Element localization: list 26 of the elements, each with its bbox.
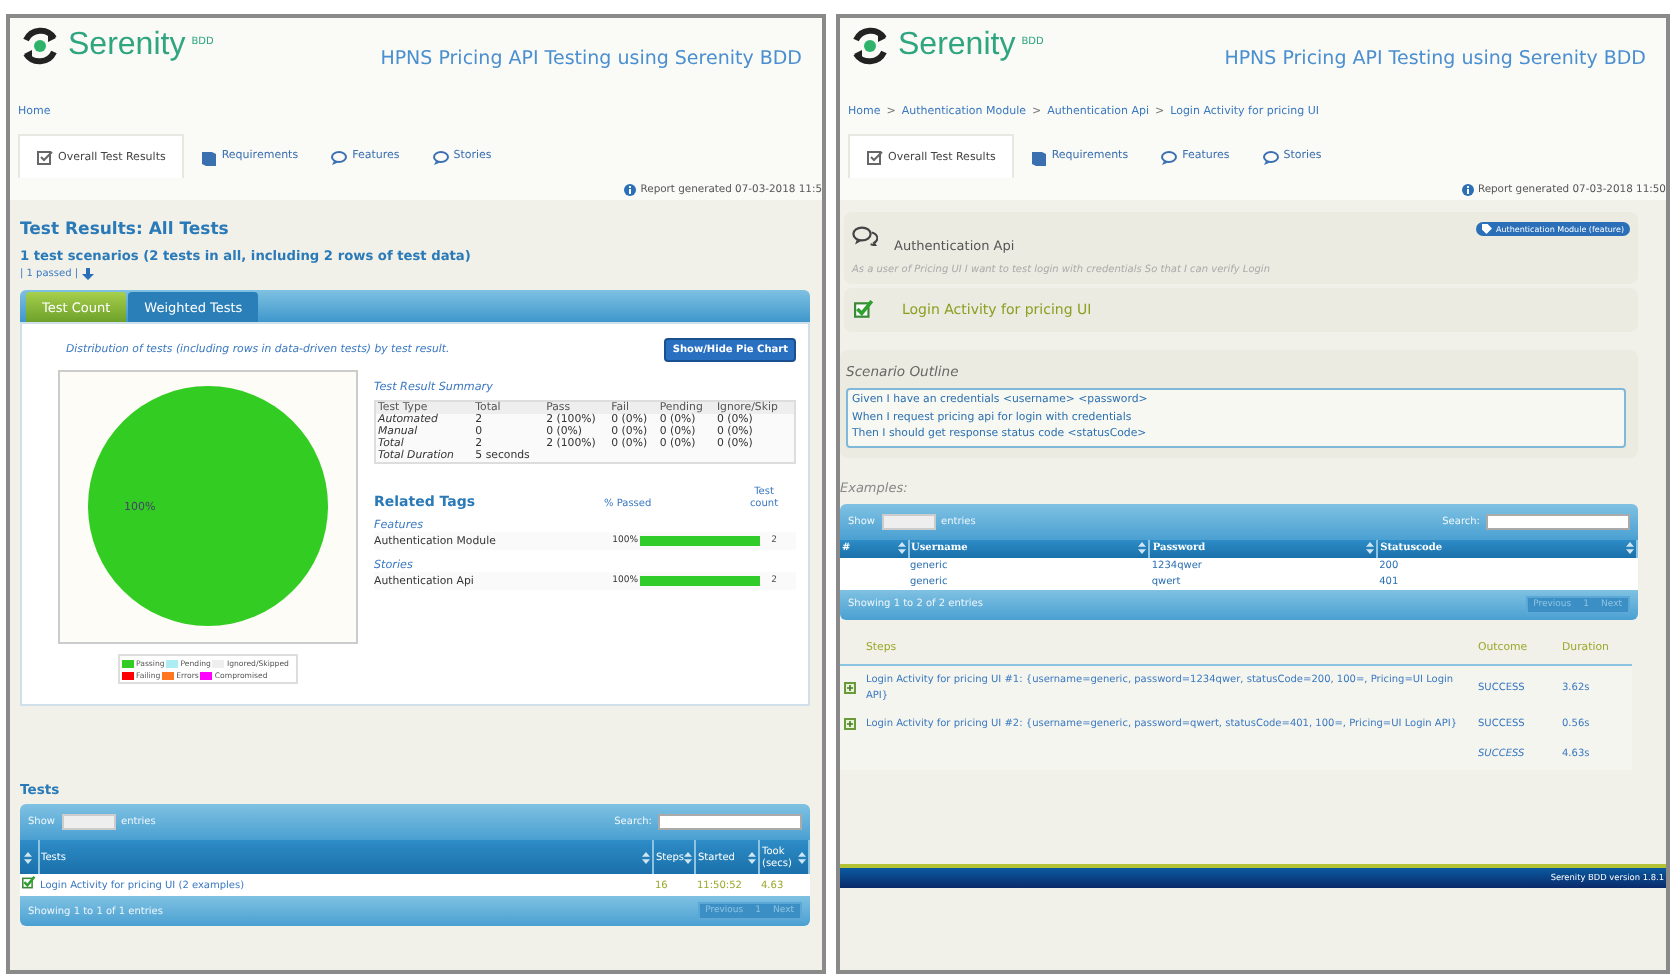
checkbox-icon <box>866 148 884 166</box>
report-title: HPNS Pricing API Testing using Serenity BDD <box>380 48 802 70</box>
logo-text: Serenity <box>898 28 1016 64</box>
search-field[interactable] <box>658 814 802 830</box>
info-icon <box>1461 183 1474 195</box>
report-title: HPNS Pricing API Testing using Serenity BDD <box>1224 48 1646 70</box>
speech-bubble-icon <box>1261 147 1280 165</box>
logo-icon <box>848 24 892 68</box>
search-field[interactable] <box>1486 513 1630 529</box>
speech-bubble-icon <box>1160 147 1179 165</box>
expand-icon[interactable] <box>843 681 855 693</box>
speech-bubble-icon <box>330 147 349 165</box>
tag-icon <box>1481 224 1492 234</box>
entries-select[interactable] <box>881 513 935 529</box>
expand-icon[interactable] <box>843 717 855 729</box>
page-heading: Test Results: All Tests <box>20 220 231 240</box>
sort-icon[interactable] <box>798 851 806 863</box>
logo-text: Serenity <box>68 28 186 64</box>
download-icon[interactable] <box>82 268 95 280</box>
checkbox-icon <box>36 148 54 166</box>
speech-bubble-icon <box>431 147 450 165</box>
sort-icon[interactable] <box>24 851 33 863</box>
sort-icon[interactable] <box>1626 542 1634 554</box>
info-icon <box>624 183 637 195</box>
comments-icon <box>852 226 878 246</box>
logo-icon <box>18 24 62 68</box>
